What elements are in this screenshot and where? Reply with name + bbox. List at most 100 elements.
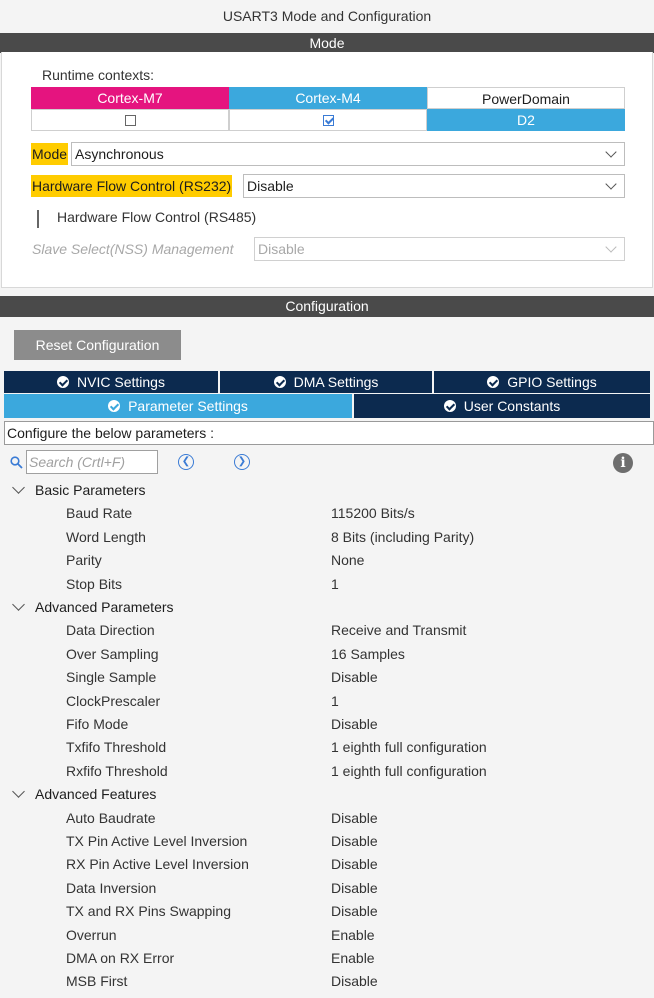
- check-circle-icon: [57, 376, 70, 388]
- parameter-name: Overrun: [66, 926, 117, 943]
- tab-label: User Constants: [463, 398, 561, 414]
- configuration-section-header: Configuration: [0, 296, 654, 317]
- parameter-value: Enable: [331, 950, 375, 966]
- cortex-m7-checkbox[interactable]: [124, 114, 136, 126]
- search-icon: [10, 456, 23, 469]
- context-cortex-m4-cell: [229, 109, 427, 131]
- hwfc-rs232-select-value: Disable: [247, 178, 294, 194]
- window-title: USART3 Mode and Configuration: [222, 8, 432, 24]
- parameter-name: Over Sampling: [66, 645, 159, 662]
- parameter-name: Single Sample: [66, 669, 157, 686]
- tab-label: DMA Settings: [293, 374, 379, 390]
- context-powerdomain-header: PowerDomain: [427, 87, 625, 109]
- parameter-value: Disable: [331, 879, 378, 896]
- parameter-name: Word Length: [66, 528, 146, 545]
- cortex-m4-checkbox[interactable]: [322, 114, 334, 126]
- tab-label: NVIC Settings: [77, 374, 165, 390]
- info-icon[interactable]: i: [613, 453, 633, 473]
- tab-gpio-settings[interactable]: GPIO Settings: [434, 371, 650, 393]
- tab-dma-settings[interactable]: DMA Settings: [220, 371, 432, 393]
- context-cortex-m7-header: Cortex-M7: [31, 87, 229, 109]
- hwfc-rs232-label: Hardware Flow Control (RS232): [31, 175, 233, 197]
- nss-select-value: Disable: [258, 241, 305, 257]
- parameter-row[interactable]: Overrun Enable: [0, 924, 654, 947]
- mode-select-value: Asynchronous: [75, 146, 164, 162]
- chevron-down-icon: [12, 598, 25, 611]
- mode-select[interactable]: Asynchronous: [71, 142, 625, 166]
- parameter-row[interactable]: Txfifo Threshold 1 eighth full configurat…: [0, 736, 654, 759]
- search-next-icon[interactable]: ❯: [234, 454, 250, 470]
- parameter-name: Data Direction: [66, 622, 155, 639]
- nss-select[interactable]: Disable: [254, 237, 625, 261]
- chevron-down-icon: [604, 179, 618, 193]
- parameter-name: Fifo Mode: [66, 716, 129, 732]
- parameter-row[interactable]: ClockPrescaler 1: [0, 690, 654, 713]
- hwfc-rs485-label: Hardware Flow Control (RS485): [57, 209, 257, 225]
- powerdomain-value: D2: [427, 109, 625, 131]
- parameter-name: Baud Rate: [66, 505, 133, 522]
- parameter-value: Enable: [331, 926, 375, 943]
- parameter-row[interactable]: TX Pin Active Level Inversion Disable: [0, 830, 654, 853]
- parameter-row[interactable]: Single Sample Disable: [0, 666, 654, 689]
- check-circle-icon: [443, 400, 456, 412]
- parameter-row[interactable]: Auto Baudrate Disable: [0, 807, 654, 830]
- parameter-value: None: [331, 552, 365, 569]
- runtime-contexts-label: Runtime contexts:: [42, 67, 155, 83]
- parameter-group-label: Advanced Parameters: [35, 599, 174, 615]
- tab-user-constants[interactable]: User Constants: [354, 394, 650, 418]
- mode-label: Mode: [31, 143, 69, 165]
- parameter-row[interactable]: Stop Bits 1: [0, 573, 654, 596]
- parameter-row[interactable]: Data Inversion Disable: [0, 877, 654, 900]
- parameter-group-label: Basic Parameters: [35, 482, 146, 498]
- parameter-value: 1: [331, 692, 339, 709]
- parameter-name: Parity: [66, 552, 102, 569]
- parameter-row[interactable]: TX and RX Pins Swapping Disable: [0, 900, 654, 923]
- chevron-down-icon: [12, 785, 25, 799]
- check-circle-icon: [273, 376, 286, 388]
- hwfc-rs485-checkbox[interactable]: [37, 210, 39, 228]
- reset-configuration-button[interactable]: Reset Configuration: [14, 330, 181, 360]
- parameter-row[interactable]: MSB First Disable: [0, 970, 654, 993]
- parameter-group-label: Advanced Features: [35, 786, 157, 803]
- parameter-name: TX and RX Pins Swapping: [66, 903, 231, 920]
- parameter-row[interactable]: Over Sampling 16 Samples: [0, 643, 654, 666]
- parameter-row[interactable]: Rxfifo Threshold 1 eighth full configurat…: [0, 760, 654, 783]
- parameter-group[interactable]: Basic Parameters: [12, 479, 145, 502]
- parameter-value: 115200 Bits/s: [331, 505, 415, 522]
- parameter-row[interactable]: Word Length 8 Bits (including Parity): [0, 526, 654, 549]
- parameter-name: Auto Baudrate: [66, 809, 156, 826]
- search-input[interactable]: Search (Crtl+F): [26, 450, 158, 474]
- parameter-name: Txfifo Threshold: [66, 739, 167, 756]
- nss-label: Slave Select(NSS) Management: [32, 241, 234, 257]
- parameter-value: Disable: [331, 973, 378, 990]
- tab-parameter-settings[interactable]: Parameter Settings: [4, 394, 352, 418]
- chevron-down-icon: [12, 481, 25, 494]
- parameter-name: DMA on RX Error: [66, 950, 175, 966]
- parameter-value: Disable: [331, 669, 378, 686]
- parameter-row[interactable]: DMA on RX Error Enable: [0, 947, 654, 970]
- parameter-value: Disable: [331, 809, 378, 826]
- parameter-group[interactable]: Advanced Features: [12, 783, 156, 806]
- tab-nvic-settings[interactable]: NVIC Settings: [4, 371, 218, 393]
- parameter-row[interactable]: Data Direction Receive and Transmit: [0, 619, 654, 642]
- configure-parameters-text: Configure the below parameters :: [4, 421, 654, 445]
- tab-label: GPIO Settings: [507, 374, 597, 390]
- parameter-row[interactable]: RX Pin Active Level Inversion Disable: [0, 853, 654, 876]
- chevron-down-icon: [604, 242, 618, 256]
- parameter-value: 8 Bits (including Parity): [331, 528, 475, 545]
- parameter-value: 1: [331, 575, 339, 592]
- parameter-value: Disable: [331, 716, 378, 732]
- hwfc-rs232-select[interactable]: Disable: [243, 174, 625, 198]
- context-cortex-m4-header: Cortex-M4: [229, 87, 427, 109]
- parameter-name: RX Pin Active Level Inversion: [66, 856, 249, 873]
- parameter-group[interactable]: Advanced Parameters: [12, 596, 174, 619]
- parameter-value: Receive and Transmit: [331, 622, 467, 639]
- search-previous-icon[interactable]: ❮: [178, 454, 194, 470]
- parameter-value: 1 eighth full configuration: [331, 739, 487, 756]
- parameter-row[interactable]: Baud Rate 115200 Bits/s: [0, 502, 654, 525]
- chevron-down-icon: [604, 147, 618, 161]
- parameter-name: MSB First: [66, 973, 128, 990]
- parameter-value: 1 eighth full configuration: [331, 762, 487, 779]
- parameter-row[interactable]: Fifo Mode Disable: [0, 713, 654, 736]
- parameter-row[interactable]: Parity None: [0, 549, 654, 572]
